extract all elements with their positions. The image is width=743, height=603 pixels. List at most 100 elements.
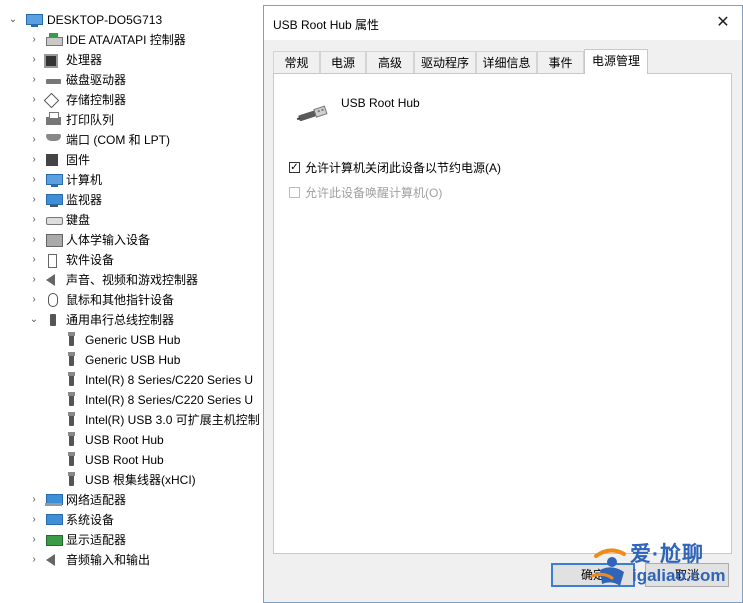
tree-item[interactable]: › 显示适配器 <box>0 530 263 550</box>
properties-dialog: USB Root Hub 属性 ✕ 常规 电源 高级 驱动程序 详细信息 事件 … <box>263 5 743 603</box>
chevron-right-icon[interactable]: › <box>27 250 41 270</box>
chevron-right-icon[interactable]: › <box>27 270 41 290</box>
watermark: 爱·尬聊 igaliao.com <box>590 538 743 603</box>
tree-item-label: 音频输入和输出 <box>66 553 151 567</box>
tree-item-label: 系统设备 <box>66 513 115 527</box>
tree-item-label: 软件设备 <box>66 253 115 267</box>
tree-item[interactable]: › 处理器 <box>0 50 263 70</box>
tree-item[interactable]: › 监视器 <box>0 190 263 210</box>
tree-child-label: Intel(R) 8 Series/C220 Series U <box>85 373 254 387</box>
tree-item[interactable]: › 人体学输入设备 <box>0 230 263 250</box>
tree-child-label: USB Root Hub <box>85 433 164 447</box>
hid-icon <box>46 234 63 247</box>
tree-child-item[interactable]: USB Root Hub <box>0 450 263 470</box>
allow-wake-checkbox <box>289 187 300 198</box>
tree-item[interactable]: › 打印队列 <box>0 110 263 130</box>
tree-item[interactable]: › 软件设备 <box>0 250 263 270</box>
tree-child-label: Generic USB Hub <box>85 353 181 367</box>
chevron-down-icon[interactable]: ⌄ <box>6 10 20 30</box>
usb-plug-icon <box>296 105 328 121</box>
usb-device-icon <box>68 392 75 406</box>
tree-item[interactable]: › 系统设备 <box>0 510 263 530</box>
tree-child-label: USB 根集线器(xHCI) <box>85 473 196 487</box>
chevron-right-icon[interactable]: › <box>27 110 41 130</box>
tree-item-label: 打印队列 <box>66 113 115 127</box>
tree-child-item[interactable]: USB Root Hub <box>0 430 263 450</box>
mouse-icon <box>48 293 58 307</box>
tab-power[interactable]: 电源 <box>320 51 366 73</box>
tab-driver[interactable]: 驱动程序 <box>414 51 476 73</box>
chevron-right-icon[interactable]: › <box>27 50 41 70</box>
usb-device-icon <box>68 412 75 426</box>
tree-item-label: 处理器 <box>66 53 103 67</box>
computer-icon <box>46 174 63 187</box>
tree-item-label: 显示适配器 <box>66 533 127 547</box>
tree-item-label: 网络适配器 <box>66 493 127 507</box>
close-icon: ✕ <box>716 14 730 31</box>
tab-details[interactable]: 详细信息 <box>476 51 537 73</box>
tree-child-item[interactable]: Generic USB Hub <box>0 330 263 350</box>
tree-item-label: 声音、视频和游戏控制器 <box>66 273 199 287</box>
tree-child-item[interactable]: Intel(R) USB 3.0 可扩展主机控制 <box>0 410 263 430</box>
keyboard-icon <box>46 217 63 225</box>
chevron-right-icon[interactable]: › <box>27 490 41 510</box>
chevron-right-icon[interactable]: › <box>27 290 41 310</box>
tree-child-item[interactable]: USB 根集线器(xHCI) <box>0 470 263 490</box>
usb-device-icon <box>68 432 75 446</box>
chevron-right-icon[interactable]: › <box>27 70 41 90</box>
chevron-right-icon[interactable]: › <box>27 30 41 50</box>
ide-controller-icon <box>46 33 63 46</box>
dialog-title-bar[interactable]: USB Root Hub 属性 ✕ <box>264 6 742 40</box>
chevron-right-icon[interactable]: › <box>27 90 41 110</box>
tree-root[interactable]: ⌄ DESKTOP-DO5G713 <box>0 10 263 30</box>
tree-child-label: Intel(R) 8 Series/C220 Series U <box>85 393 254 407</box>
chevron-right-icon[interactable]: › <box>27 190 41 210</box>
tree-item[interactable]: › 音频输入和输出 <box>0 550 263 570</box>
tree-item[interactable]: › 存储控制器 <box>0 90 263 110</box>
tree-item[interactable]: › 磁盘驱动器 <box>0 70 263 90</box>
tree-item[interactable]: › 键盘 <box>0 210 263 230</box>
usb-device-icon <box>68 372 75 386</box>
tree-child-label: USB Root Hub <box>85 453 164 467</box>
chevron-right-icon[interactable]: › <box>27 530 41 550</box>
tree-item[interactable]: › 计算机 <box>0 170 263 190</box>
chevron-right-icon[interactable]: › <box>27 130 41 150</box>
chevron-right-icon[interactable]: › <box>27 170 41 190</box>
tab-general[interactable]: 常规 <box>273 51 320 73</box>
tree-child-item[interactable]: Intel(R) 8 Series/C220 Series U <box>0 390 263 410</box>
tab-events[interactable]: 事件 <box>537 51 584 73</box>
tree-root-label: DESKTOP-DO5G713 <box>47 13 163 27</box>
chevron-right-icon[interactable]: › <box>27 210 41 230</box>
chevron-right-icon[interactable]: › <box>27 550 41 570</box>
system-device-icon <box>46 514 63 525</box>
port-icon <box>46 134 61 141</box>
network-adapter-icon <box>45 494 63 506</box>
tab-power-management[interactable]: 电源管理 <box>584 49 648 74</box>
chevron-right-icon[interactable]: › <box>27 230 41 250</box>
tree-item[interactable]: › 固件 <box>0 150 263 170</box>
allow-wake-label: 允许此设备唤醒计算机(O) <box>305 186 443 200</box>
allow-power-off-checkbox[interactable]: ✓ <box>289 162 300 173</box>
tree-item[interactable]: › 鼠标和其他指针设备 <box>0 290 263 310</box>
tree-item-label: 磁盘驱动器 <box>66 73 127 87</box>
tab-advanced[interactable]: 高级 <box>366 51 414 73</box>
printer-icon <box>46 112 61 125</box>
software-device-icon <box>48 254 57 268</box>
tree-child-item[interactable]: Generic USB Hub <box>0 350 263 370</box>
tree-item[interactable]: › 端口 (COM 和 LPT) <box>0 130 263 150</box>
chevron-down-icon[interactable]: ⌄ <box>27 310 41 330</box>
tree-child-item[interactable]: Intel(R) 8 Series/C220 Series U <box>0 370 263 390</box>
tree-item[interactable]: › 网络适配器 <box>0 490 263 510</box>
tree-item-label: 键盘 <box>66 213 91 227</box>
processor-icon <box>44 54 58 68</box>
power-management-panel: USB Root Hub ✓ 允许计算机关闭此设备以节约电源(A) 允许此设备唤… <box>273 73 732 554</box>
chevron-right-icon[interactable]: › <box>27 510 41 530</box>
chevron-right-icon[interactable]: › <box>27 150 41 170</box>
tree-item-label: 端口 (COM 和 LPT) <box>66 133 170 147</box>
usb-device-icon <box>68 452 75 466</box>
tree-item-label: 存储控制器 <box>66 93 127 107</box>
tree-item[interactable]: › IDE ATA/ATAPI 控制器 <box>0 30 263 50</box>
tree-item[interactable]: ⌄ 通用串行总线控制器 <box>0 310 263 330</box>
tree-item[interactable]: › 声音、视频和游戏控制器 <box>0 270 263 290</box>
close-button[interactable]: ✕ <box>710 12 736 34</box>
